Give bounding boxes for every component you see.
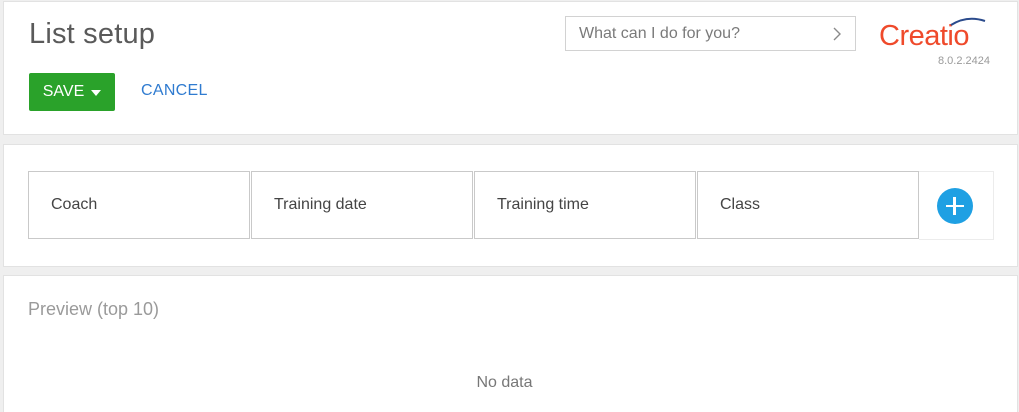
chevron-right-icon[interactable] — [829, 24, 845, 44]
preview-title: Preview (top 10) — [28, 299, 160, 319]
header-panel: List setup SAVE CANCEL Creatio 8.0.2.242… — [3, 1, 1018, 135]
add-column-cell — [919, 171, 994, 240]
column-cell-training-date[interactable]: Training date — [251, 171, 473, 239]
page-title: List setup — [29, 18, 156, 50]
column-label: Training date — [274, 196, 367, 213]
columns-panel: Coach Training date Training time Class — [3, 144, 1018, 267]
column-cell-coach[interactable]: Coach — [28, 171, 250, 239]
column-label: Coach — [51, 196, 98, 213]
no-data-message: No data — [476, 374, 533, 391]
logo-swoosh-icon — [950, 17, 986, 26]
column-cell-class[interactable]: Class — [697, 171, 919, 239]
columns-row: Coach Training date Training time Class — [28, 171, 919, 239]
save-button-label: SAVE — [42, 83, 85, 100]
search-input[interactable] — [566, 17, 816, 50]
caret-down-icon — [91, 89, 102, 96]
creatio-logo: Creatio — [879, 15, 999, 55]
plus-circle-icon[interactable] — [936, 187, 973, 224]
column-label: Class — [720, 196, 761, 213]
command-line — [565, 16, 856, 51]
cancel-button[interactable]: CANCEL — [141, 82, 208, 100]
column-label: Training time — [497, 196, 589, 213]
column-cell-training-time[interactable]: Training time — [474, 171, 696, 239]
version-label: 8.0.2.2424 — [938, 55, 990, 67]
preview-panel: Preview (top 10) No data — [3, 275, 1018, 412]
save-button[interactable]: SAVE — [29, 73, 115, 111]
